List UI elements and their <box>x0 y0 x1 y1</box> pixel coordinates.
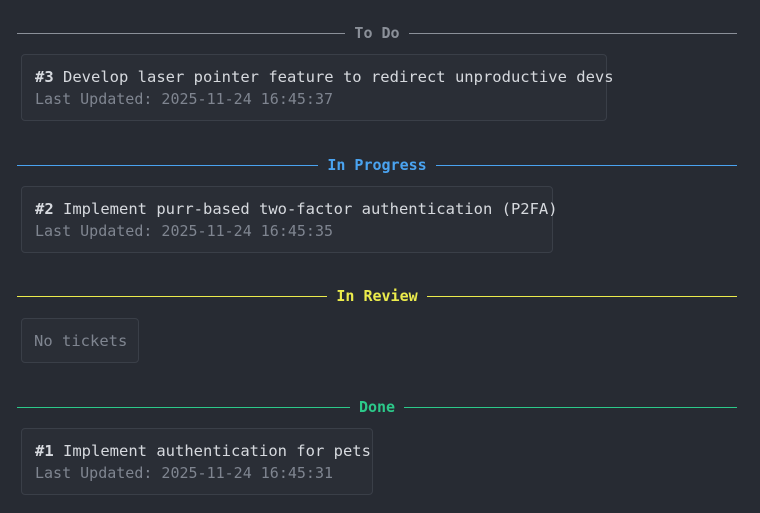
column-in-progress: In Progress #2 Implement purr-based two-… <box>17 155 737 253</box>
column-in-progress-header: In Progress <box>17 155 737 175</box>
ticket-last-updated: Last Updated: 2025-11-24 16:45:37 <box>35 90 334 108</box>
column-todo-label: To Do <box>354 24 400 42</box>
column-done-label: Done <box>358 398 396 416</box>
ticket-card[interactable]: #2 Implement purr-based two-factor authe… <box>21 186 558 253</box>
ticket-number: #1 <box>35 442 54 460</box>
ticket-last-updated: Last Updated: 2025-11-24 16:45:35 <box>35 222 334 240</box>
column-in-review: In Review No tickets <box>17 286 737 363</box>
ticket-number: #2 <box>35 200 54 218</box>
kanban-board: To Do #3 Develop laser pointer feature t… <box>0 0 760 513</box>
ticket-card[interactable]: #3 Develop laser pointer feature to redi… <box>21 54 614 121</box>
divider-line <box>435 164 737 166</box>
column-done: Done #1 Implement authentication for pet… <box>17 397 737 495</box>
divider-line <box>426 295 737 297</box>
ticket-title: #2 Implement purr-based two-factor authe… <box>35 198 558 220</box>
column-in-review-label: In Review <box>336 287 418 305</box>
ticket-number: #3 <box>35 68 54 86</box>
column-done-header: Done <box>17 397 737 417</box>
column-in-review-header: In Review <box>17 286 737 306</box>
divider-line <box>17 32 346 34</box>
column-todo-header: To Do <box>17 23 737 43</box>
divider-line <box>408 32 737 34</box>
ticket-title-text: Implement authentication for pets <box>63 442 371 460</box>
ticket-title-text: Develop laser pointer feature to redirec… <box>63 68 614 86</box>
column-todo: To Do #3 Develop laser pointer feature t… <box>17 23 737 121</box>
empty-column-placeholder: No tickets <box>21 318 139 363</box>
column-in-progress-label: In Progress <box>327 156 427 174</box>
ticket-title: #3 Develop laser pointer feature to redi… <box>35 66 614 88</box>
divider-line <box>17 295 328 297</box>
divider-line <box>17 164 319 166</box>
divider-line <box>17 406 350 408</box>
ticket-card[interactable]: #1 Implement authentication for pets Las… <box>21 428 373 495</box>
divider-line <box>404 406 737 408</box>
ticket-last-updated: Last Updated: 2025-11-24 16:45:31 <box>35 464 334 482</box>
ticket-title-text: Implement purr-based two-factor authenti… <box>63 200 558 218</box>
ticket-title: #1 Implement authentication for pets <box>35 440 371 462</box>
